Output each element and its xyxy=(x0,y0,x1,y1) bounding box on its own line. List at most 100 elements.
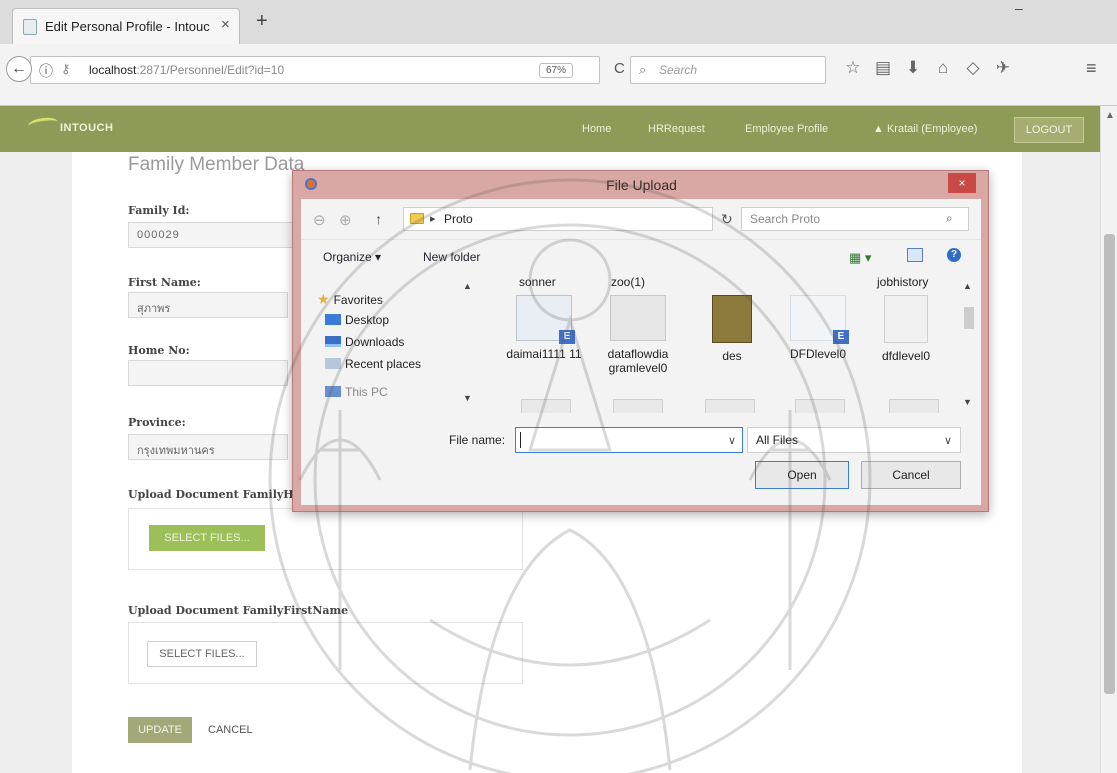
file-name[interactable]: zoo(1) xyxy=(611,275,645,289)
upload-home-dropzone[interactable]: SELECT FILES... xyxy=(128,508,523,570)
file-thumbnail[interactable] xyxy=(613,399,663,413)
first-name-label: First Name: xyxy=(128,276,201,289)
browser-navigation-bar: ⓘ ⚷ localhost:2871/Personnel/Edit?id=10 … xyxy=(0,44,1117,106)
help-icon[interactable]: ? xyxy=(947,248,961,262)
nav-pane-scrollbar[interactable]: ▲ ▼ xyxy=(463,277,475,409)
home-no-field[interactable] xyxy=(128,360,288,386)
window-minimize-button[interactable]: – xyxy=(1015,0,1041,16)
new-tab-button[interactable]: + xyxy=(256,10,268,33)
select-files-button[interactable]: SELECT FILES... xyxy=(147,641,257,667)
download-arrow-icon[interactable]: ⬇ xyxy=(898,58,928,78)
navigation-pane: ★ Favorites Desktop Downloads Recent plac… xyxy=(317,277,477,407)
upload-firstname-label: Upload Document FamilyFirstName xyxy=(128,604,349,617)
province-field[interactable]: กรุงเทพมหานคร xyxy=(128,434,288,460)
nav-downloads[interactable]: Downloads xyxy=(325,335,404,349)
file-name[interactable]: sonner xyxy=(519,275,556,289)
file-item[interactable]: dfdlevel0 xyxy=(867,295,945,363)
scroll-up-icon[interactable]: ▲ xyxy=(1105,110,1115,121)
address-bar[interactable]: ⓘ ⚷ localhost:2871/Personnel/Edit?id=10 … xyxy=(30,56,600,84)
back-button[interactable]: ← xyxy=(6,56,32,82)
folder-path-bar[interactable]: ▸ Proto ∨ xyxy=(403,207,806,231)
reading-list-icon[interactable]: ▤ xyxy=(868,58,898,78)
nav-recent-places[interactable]: Recent places xyxy=(325,357,421,371)
change-view-icon[interactable]: ▦ ▾ xyxy=(849,250,871,266)
family-id-field[interactable]: 000029 xyxy=(128,222,298,248)
scrollbar-thumb[interactable] xyxy=(964,307,974,329)
zoom-badge[interactable]: 67% xyxy=(539,63,574,78)
nav-user-link[interactable]: ▲ Kratail (Employee) xyxy=(873,123,977,135)
file-thumbnail[interactable] xyxy=(795,399,845,413)
nav-hrrequest-link[interactable]: HRRequest xyxy=(648,123,705,135)
scrollbar-thumb[interactable] xyxy=(1104,234,1115,694)
url-text[interactable]: localhost:2871/Personnel/Edit?id=10 xyxy=(89,63,284,77)
file-thumbnail xyxy=(884,295,928,343)
back-arrow-icon[interactable]: ⊖ xyxy=(313,211,326,229)
scroll-up-icon[interactable]: ▲ xyxy=(963,281,972,291)
hamburger-menu-icon[interactable]: ≡ xyxy=(1086,58,1097,79)
cancel-link[interactable]: CANCEL xyxy=(208,724,253,736)
file-item[interactable]: dataflowdia gramlevel0 xyxy=(599,295,677,375)
organize-button[interactable]: Organize ▾ xyxy=(323,250,381,264)
file-thumbnail[interactable] xyxy=(889,399,939,413)
file-name-input[interactable]: ∨ xyxy=(515,427,743,453)
scroll-up-icon[interactable]: ▲ xyxy=(463,281,472,291)
dialog-command-bar: Organize ▾ New folder ▦ ▾ ? xyxy=(301,239,981,273)
new-folder-button[interactable]: New folder xyxy=(423,250,480,264)
folder-path[interactable]: Proto xyxy=(444,212,473,226)
file-name: daimai1111 11 xyxy=(506,347,582,361)
update-button[interactable]: UPDATE xyxy=(128,717,192,743)
logout-button[interactable]: LOGOUT xyxy=(1014,117,1084,143)
arrow-left-icon: ← xyxy=(11,60,27,77)
computer-icon xyxy=(325,386,341,397)
select-files-button[interactable]: SELECT FILES... xyxy=(149,525,265,551)
path-chevron-icon: ▸ xyxy=(430,213,436,225)
up-arrow-icon[interactable]: ↑ xyxy=(375,211,382,227)
brand-name[interactable]: INTOUCH xyxy=(60,122,113,134)
scroll-down-icon[interactable]: ▼ xyxy=(463,393,472,403)
tab-close-icon[interactable]: × xyxy=(221,16,230,33)
info-icon[interactable]: ⓘ xyxy=(39,61,53,81)
file-item[interactable]: des xyxy=(693,295,771,363)
nav-favorites[interactable]: ★ Favorites xyxy=(317,291,383,308)
dialog-search-placeholder: Search Proto xyxy=(750,212,821,226)
search-icon: ⌕ xyxy=(639,62,647,77)
file-type-select[interactable]: All Files ∨ xyxy=(747,427,961,453)
reload-icon[interactable]: C xyxy=(614,60,625,77)
chevron-down-icon[interactable]: ∨ xyxy=(728,434,736,447)
star-icon: ★ xyxy=(317,291,330,307)
file-thumbnail[interactable] xyxy=(705,399,755,413)
browser-tab[interactable]: Edit Personal Profile - Intouc × xyxy=(12,8,240,44)
forward-arrow-icon[interactable]: ⊕ xyxy=(339,211,352,229)
nav-downloads-label: Downloads xyxy=(345,335,405,349)
pocket-icon[interactable]: ◇ xyxy=(958,58,988,78)
file-list-scrollbar[interactable]: ▲ ▼ xyxy=(963,277,975,409)
chevron-down-icon[interactable]: ∨ xyxy=(944,434,952,447)
folder-icon xyxy=(410,213,424,224)
nav-employee-profile-link[interactable]: Employee Profile xyxy=(745,123,828,135)
dialog-close-button[interactable]: × xyxy=(948,173,976,193)
home-icon[interactable]: ⌂ xyxy=(928,58,958,78)
browser-search-input[interactable]: ⌕ Search xyxy=(630,56,826,84)
extension-icon[interactable]: ✈ xyxy=(988,58,1018,78)
nav-this-pc[interactable]: This PC xyxy=(325,385,388,399)
page-favicon-icon xyxy=(23,19,37,35)
home-no-label: Home No: xyxy=(128,344,190,357)
file-item[interactable]: E daimai1111 11 xyxy=(505,295,583,361)
bookmark-star-icon[interactable]: ☆ xyxy=(838,58,868,78)
dialog-search-input[interactable]: Search Proto ⌕ xyxy=(741,207,969,231)
image-thumbnail xyxy=(712,295,752,343)
nav-home-link[interactable]: Home xyxy=(582,123,611,135)
preview-pane-icon[interactable] xyxy=(907,248,923,262)
page-scrollbar[interactable]: ▲ xyxy=(1100,106,1117,773)
cancel-button[interactable]: Cancel xyxy=(861,461,961,489)
first-name-field[interactable]: สุภาพร xyxy=(128,292,288,318)
nav-desktop[interactable]: Desktop xyxy=(325,313,389,327)
upload-firstname-dropzone[interactable]: SELECT FILES... xyxy=(128,622,523,684)
file-name[interactable]: jobhistory xyxy=(877,275,928,289)
file-item[interactable]: E DFDlevel0 xyxy=(779,295,857,361)
refresh-icon[interactable]: ↻ xyxy=(721,211,733,228)
open-button[interactable]: Open xyxy=(755,461,849,489)
scroll-down-icon[interactable]: ▼ xyxy=(963,397,972,407)
file-name: DFDlevel0 xyxy=(789,347,846,361)
file-thumbnail[interactable] xyxy=(521,399,571,413)
